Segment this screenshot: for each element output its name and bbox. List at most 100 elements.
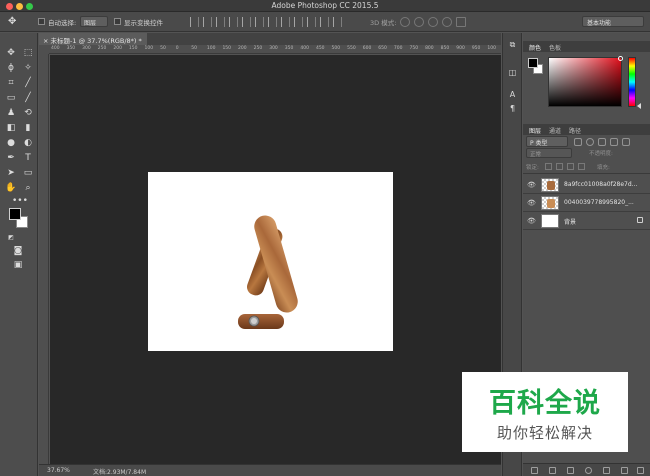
document-info[interactable]: 文档:2.93M/7.84M <box>93 467 146 476</box>
align-hcenter-icon[interactable] <box>242 17 251 27</box>
lock-image-icon[interactable] <box>556 163 563 170</box>
lock-all-icon[interactable] <box>578 163 585 170</box>
distribute-top-icon[interactable] <box>268 17 277 27</box>
path-selection-icon[interactable]: ➤ <box>5 167 17 179</box>
paragraph-panel-icon[interactable]: ¶ <box>507 103 518 114</box>
document-tab[interactable]: × 未标题-1 @ 37.7%(RGB/8*) * <box>39 33 147 45</box>
visibility-eye-icon[interactable]: 👁 <box>527 181 536 189</box>
align-top-icon[interactable] <box>190 17 199 27</box>
workspace-dropdown[interactable]: 基本功能 <box>582 16 644 27</box>
layer-row[interactable]: 👁 8a9fcc01008a0f28e7d... <box>523 176 650 194</box>
adjustment-layer-icon[interactable] <box>585 467 592 474</box>
horizontal-ruler[interactable]: 400 350 300 250 200 150 100 50 0 50 100 150 200 250 30… <box>49 45 501 54</box>
link-layers-icon[interactable] <box>531 467 538 474</box>
move-tool-icon[interactable]: ✥ <box>8 16 20 28</box>
healing-brush-icon[interactable]: ▭ <box>5 92 17 104</box>
filter-adjustment-icon[interactable] <box>586 138 594 146</box>
layer-name[interactable]: 0040039778995820_... <box>564 199 634 206</box>
panel-foreground-swatch[interactable] <box>528 58 538 68</box>
delete-layer-icon[interactable] <box>637 467 644 474</box>
roll-3d-icon[interactable] <box>414 17 424 27</box>
rectangle-icon[interactable]: ▭ <box>22 167 34 179</box>
layer-name[interactable]: 背景 <box>564 217 576 226</box>
align-bottom-icon[interactable] <box>216 17 225 27</box>
distribute-bottom-icon[interactable] <box>294 17 303 27</box>
foreground-color-swatch[interactable] <box>9 208 21 220</box>
new-layer-icon[interactable] <box>621 467 628 474</box>
blur-icon[interactable]: ● <box>5 137 17 149</box>
distribute-left-icon[interactable] <box>307 17 316 27</box>
eyedropper-icon[interactable]: ╱ <box>22 77 34 89</box>
align-right-icon[interactable] <box>255 17 264 27</box>
document-tab-close-icon[interactable]: × <box>43 37 48 45</box>
zoom-icon[interactable]: ⌕ <box>22 182 34 194</box>
show-transform-label: 显示变换控件 <box>124 19 163 27</box>
clone-stamp-icon[interactable]: ♟ <box>5 107 17 119</box>
distribute-hcenter-icon[interactable] <box>320 17 329 27</box>
magic-wand-icon[interactable]: ✧ <box>22 62 34 74</box>
character-panel-icon[interactable]: A <box>507 89 518 100</box>
add-mask-icon[interactable] <box>567 467 574 474</box>
more-tools-icon[interactable]: ••• <box>12 195 28 207</box>
default-colors-icon[interactable]: ◩ <box>5 232 17 244</box>
crop-icon[interactable]: ⌗ <box>5 77 17 89</box>
align-left-icon[interactable] <box>229 17 238 27</box>
drag-3d-icon[interactable] <box>428 17 438 27</box>
auto-select-dropdown[interactable]: 图层 <box>80 16 108 27</box>
screen-mode-icon[interactable]: ▣ <box>12 259 24 271</box>
scale-3d-icon[interactable] <box>456 17 466 27</box>
pen-icon[interactable]: ✒ <box>5 152 17 164</box>
ruler-tick-label: 450 <box>315 46 325 51</box>
align-vcenter-icon[interactable] <box>203 17 212 27</box>
lasso-icon[interactable]: ϕ <box>5 62 17 74</box>
orbit-3d-icon[interactable] <box>400 17 410 27</box>
filter-shape-icon[interactable] <box>610 138 618 146</box>
type-icon[interactable]: T <box>22 152 34 164</box>
hue-slider-handle[interactable] <box>637 103 641 109</box>
history-brush-icon[interactable]: ⟲ <box>22 107 34 119</box>
eraser-icon[interactable]: ◧ <box>5 122 17 134</box>
color-saturation-field[interactable] <box>548 56 623 107</box>
tab-channels[interactable]: 通道 <box>549 126 561 135</box>
slide-3d-icon[interactable] <box>442 17 452 27</box>
document-canvas[interactable] <box>148 172 393 351</box>
new-group-icon[interactable] <box>603 467 610 474</box>
distribute-vcenter-icon[interactable] <box>281 17 290 27</box>
hue-slider[interactable] <box>628 57 636 107</box>
layer-style-icon[interactable] <box>549 467 556 474</box>
color-picker-marker[interactable] <box>618 56 623 61</box>
blend-mode-dropdown[interactable]: 正常 <box>526 148 572 158</box>
gradient-icon[interactable]: ▮ <box>22 122 34 134</box>
layer-name[interactable]: 8a9fcc01008a0f28e7d... <box>564 181 637 188</box>
vertical-ruler[interactable] <box>39 54 49 464</box>
layer-row[interactable]: 👁 背景 <box>523 212 650 230</box>
hand-icon[interactable]: ✋ <box>5 182 17 194</box>
tab-layers[interactable]: 图层 <box>529 126 541 135</box>
move-icon[interactable]: ✥ <box>5 47 17 59</box>
distribute-right-icon[interactable] <box>333 17 342 27</box>
visibility-eye-icon[interactable]: 👁 <box>527 199 536 207</box>
dodge-icon[interactable]: ◐ <box>22 137 34 149</box>
layer-filter-kind[interactable]: P 类型 <box>526 136 568 147</box>
tab-swatches[interactable]: 色板 <box>549 43 561 52</box>
ruler-tick-label: 50 <box>191 46 197 51</box>
zoom-level[interactable]: 37.67% <box>47 467 70 474</box>
filter-type-icon[interactable] <box>598 138 606 146</box>
show-transform-checkbox[interactable] <box>114 18 121 25</box>
layer-row[interactable]: 👁 0040039778995820_... <box>523 194 650 212</box>
filter-pixel-icon[interactable] <box>574 138 582 146</box>
watermark-logo: 百科全说 助你轻松解决 <box>462 372 628 452</box>
marquee-icon[interactable]: ⬚ <box>22 47 34 59</box>
lock-position-icon[interactable] <box>567 163 574 170</box>
tab-paths[interactable]: 路径 <box>569 126 581 135</box>
visibility-eye-icon[interactable]: 👁 <box>527 217 536 225</box>
history-panel-icon[interactable]: ⧉ <box>507 39 518 50</box>
properties-panel-icon[interactable]: ◫ <box>507 67 518 78</box>
auto-select-checkbox[interactable] <box>38 18 45 25</box>
brush-icon[interactable]: ╱ <box>22 92 34 104</box>
tab-color[interactable]: 颜色 <box>529 43 541 52</box>
filter-smart-object-icon[interactable] <box>622 138 630 146</box>
quick-mask-icon[interactable]: ◙ <box>12 245 24 257</box>
canvas-area[interactable] <box>50 55 501 464</box>
lock-transparent-icon[interactable] <box>545 163 552 170</box>
